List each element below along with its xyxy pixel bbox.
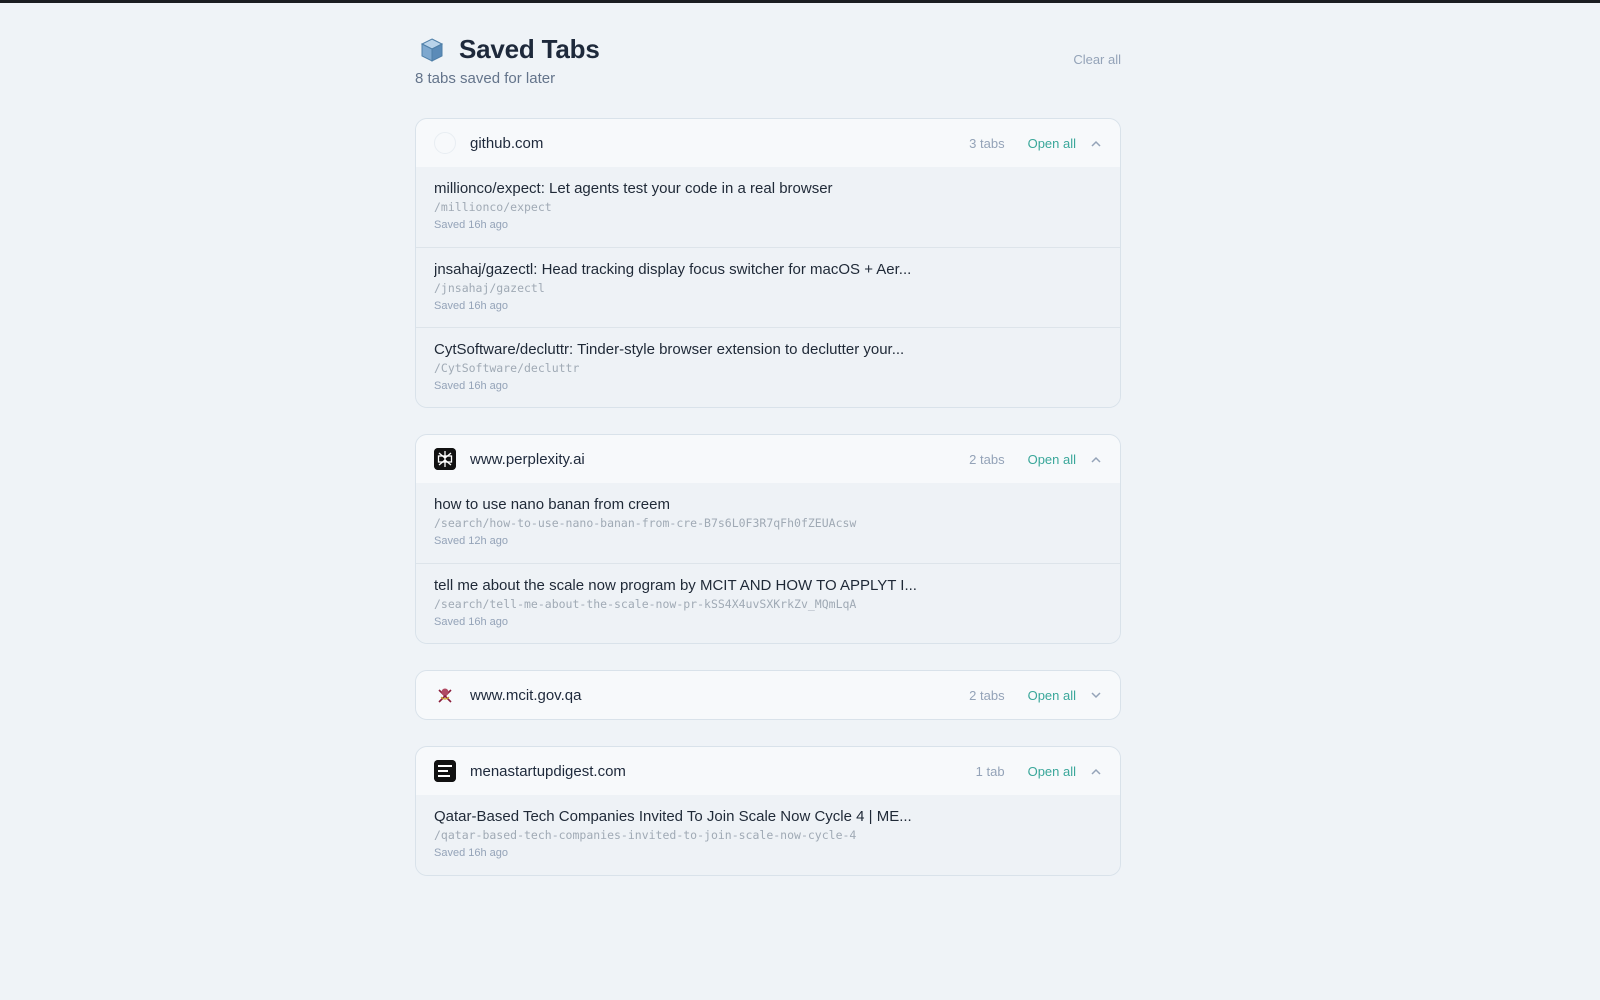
perplexity-icon bbox=[434, 448, 456, 470]
clear-all-button[interactable]: Clear all bbox=[1073, 52, 1121, 67]
title-row: Saved Tabs bbox=[419, 34, 600, 65]
page-subtitle: 8 tabs saved for later bbox=[415, 70, 556, 87]
tab-path: /jnsahaj/gazectl bbox=[434, 281, 545, 295]
tab-item[interactable]: jnsahaj/gazectl: Head tracking display f… bbox=[416, 247, 1120, 327]
open-all-button[interactable]: Open all bbox=[1028, 136, 1076, 151]
saved-tabs-page: Saved Tabs 8 tabs saved for later Clear … bbox=[415, 30, 1121, 902]
group-header[interactable]: menastartupdigest.com 1 tab Open all bbox=[416, 747, 1120, 795]
chevron-down-icon[interactable] bbox=[1090, 689, 1102, 701]
tab-title: Qatar-Based Tech Companies Invited To Jo… bbox=[434, 808, 912, 825]
tab-item[interactable]: tell me about the scale now program by M… bbox=[416, 563, 1120, 643]
tab-item[interactable]: how to use nano banan from creem /search… bbox=[416, 483, 1120, 563]
mena-startup-digest-icon bbox=[434, 760, 456, 782]
open-all-button[interactable]: Open all bbox=[1028, 452, 1076, 467]
tab-path: /search/tell-me-about-the-scale-now-pr-k… bbox=[434, 597, 857, 611]
tab-path: /qatar-based-tech-companies-invited-to-j… bbox=[434, 828, 857, 842]
group-header[interactable]: www.mcit.gov.qa 2 tabs Open all bbox=[416, 671, 1120, 719]
group-tab-count: 3 tabs bbox=[969, 135, 1005, 151]
tab-item[interactable]: millionco/expect: Let agents test your c… bbox=[416, 167, 1120, 247]
group-tab-count: 2 tabs bbox=[969, 451, 1005, 467]
tab-saved-time: Saved 16h ago bbox=[434, 380, 509, 392]
tab-path: /millionco/expect bbox=[434, 200, 552, 214]
tab-saved-time: Saved 16h ago bbox=[434, 847, 509, 859]
tab-saved-time: Saved 16h ago bbox=[434, 616, 509, 628]
tab-path: /CytSoftware/decluttr bbox=[434, 361, 580, 375]
chevron-up-icon[interactable] bbox=[1090, 765, 1102, 777]
tab-group-mcit: www.mcit.gov.qa 2 tabs Open all bbox=[415, 670, 1121, 720]
group-domain: www.perplexity.ai bbox=[470, 450, 585, 468]
tab-saved-time: Saved 16h ago bbox=[434, 300, 509, 312]
group-header[interactable]: www.perplexity.ai 2 tabs Open all bbox=[416, 435, 1120, 483]
tab-title: millionco/expect: Let agents test your c… bbox=[434, 180, 833, 197]
group-domain: www.mcit.gov.qa bbox=[470, 686, 582, 704]
group-header[interactable]: github.com 3 tabs Open all bbox=[416, 119, 1120, 167]
open-all-button[interactable]: Open all bbox=[1028, 764, 1076, 779]
tab-title: CytSoftware/decluttr: Tinder-style brows… bbox=[434, 341, 905, 358]
tab-title: tell me about the scale now program by M… bbox=[434, 577, 917, 594]
open-all-button[interactable]: Open all bbox=[1028, 688, 1076, 703]
tab-title: jnsahaj/gazectl: Head tracking display f… bbox=[434, 261, 912, 278]
box-icon bbox=[420, 37, 444, 62]
group-tab-count: 1 tab bbox=[975, 763, 1005, 779]
tab-title: how to use nano banan from creem bbox=[434, 496, 670, 513]
mcit-emblem-icon bbox=[438, 688, 452, 703]
chevron-up-icon[interactable] bbox=[1090, 137, 1102, 149]
tab-path: /search/how-to-use-nano-banan-from-cre-B… bbox=[434, 516, 857, 530]
page-title: Saved Tabs bbox=[459, 34, 600, 64]
tab-item[interactable]: CytSoftware/decluttr: Tinder-style brows… bbox=[416, 327, 1120, 407]
chevron-up-icon[interactable] bbox=[1090, 453, 1102, 465]
tab-group-perplexity: www.perplexity.ai 2 tabs Open all how to… bbox=[415, 434, 1121, 644]
window-top-bar bbox=[0, 0, 1600, 3]
group-tab-count: 2 tabs bbox=[969, 687, 1005, 703]
tab-group-github: github.com 3 tabs Open all millionco/exp… bbox=[415, 118, 1121, 408]
tab-group-menastartupdigest: menastartupdigest.com 1 tab Open all Qat… bbox=[415, 746, 1121, 876]
page-header: Saved Tabs 8 tabs saved for later Clear … bbox=[415, 30, 1121, 118]
tab-saved-time: Saved 12h ago bbox=[434, 535, 509, 547]
group-domain: menastartupdigest.com bbox=[470, 762, 626, 780]
tab-saved-time: Saved 16h ago bbox=[434, 219, 509, 231]
github-icon bbox=[434, 132, 456, 154]
tab-item[interactable]: Qatar-Based Tech Companies Invited To Jo… bbox=[416, 795, 1120, 875]
group-domain: github.com bbox=[470, 134, 544, 152]
